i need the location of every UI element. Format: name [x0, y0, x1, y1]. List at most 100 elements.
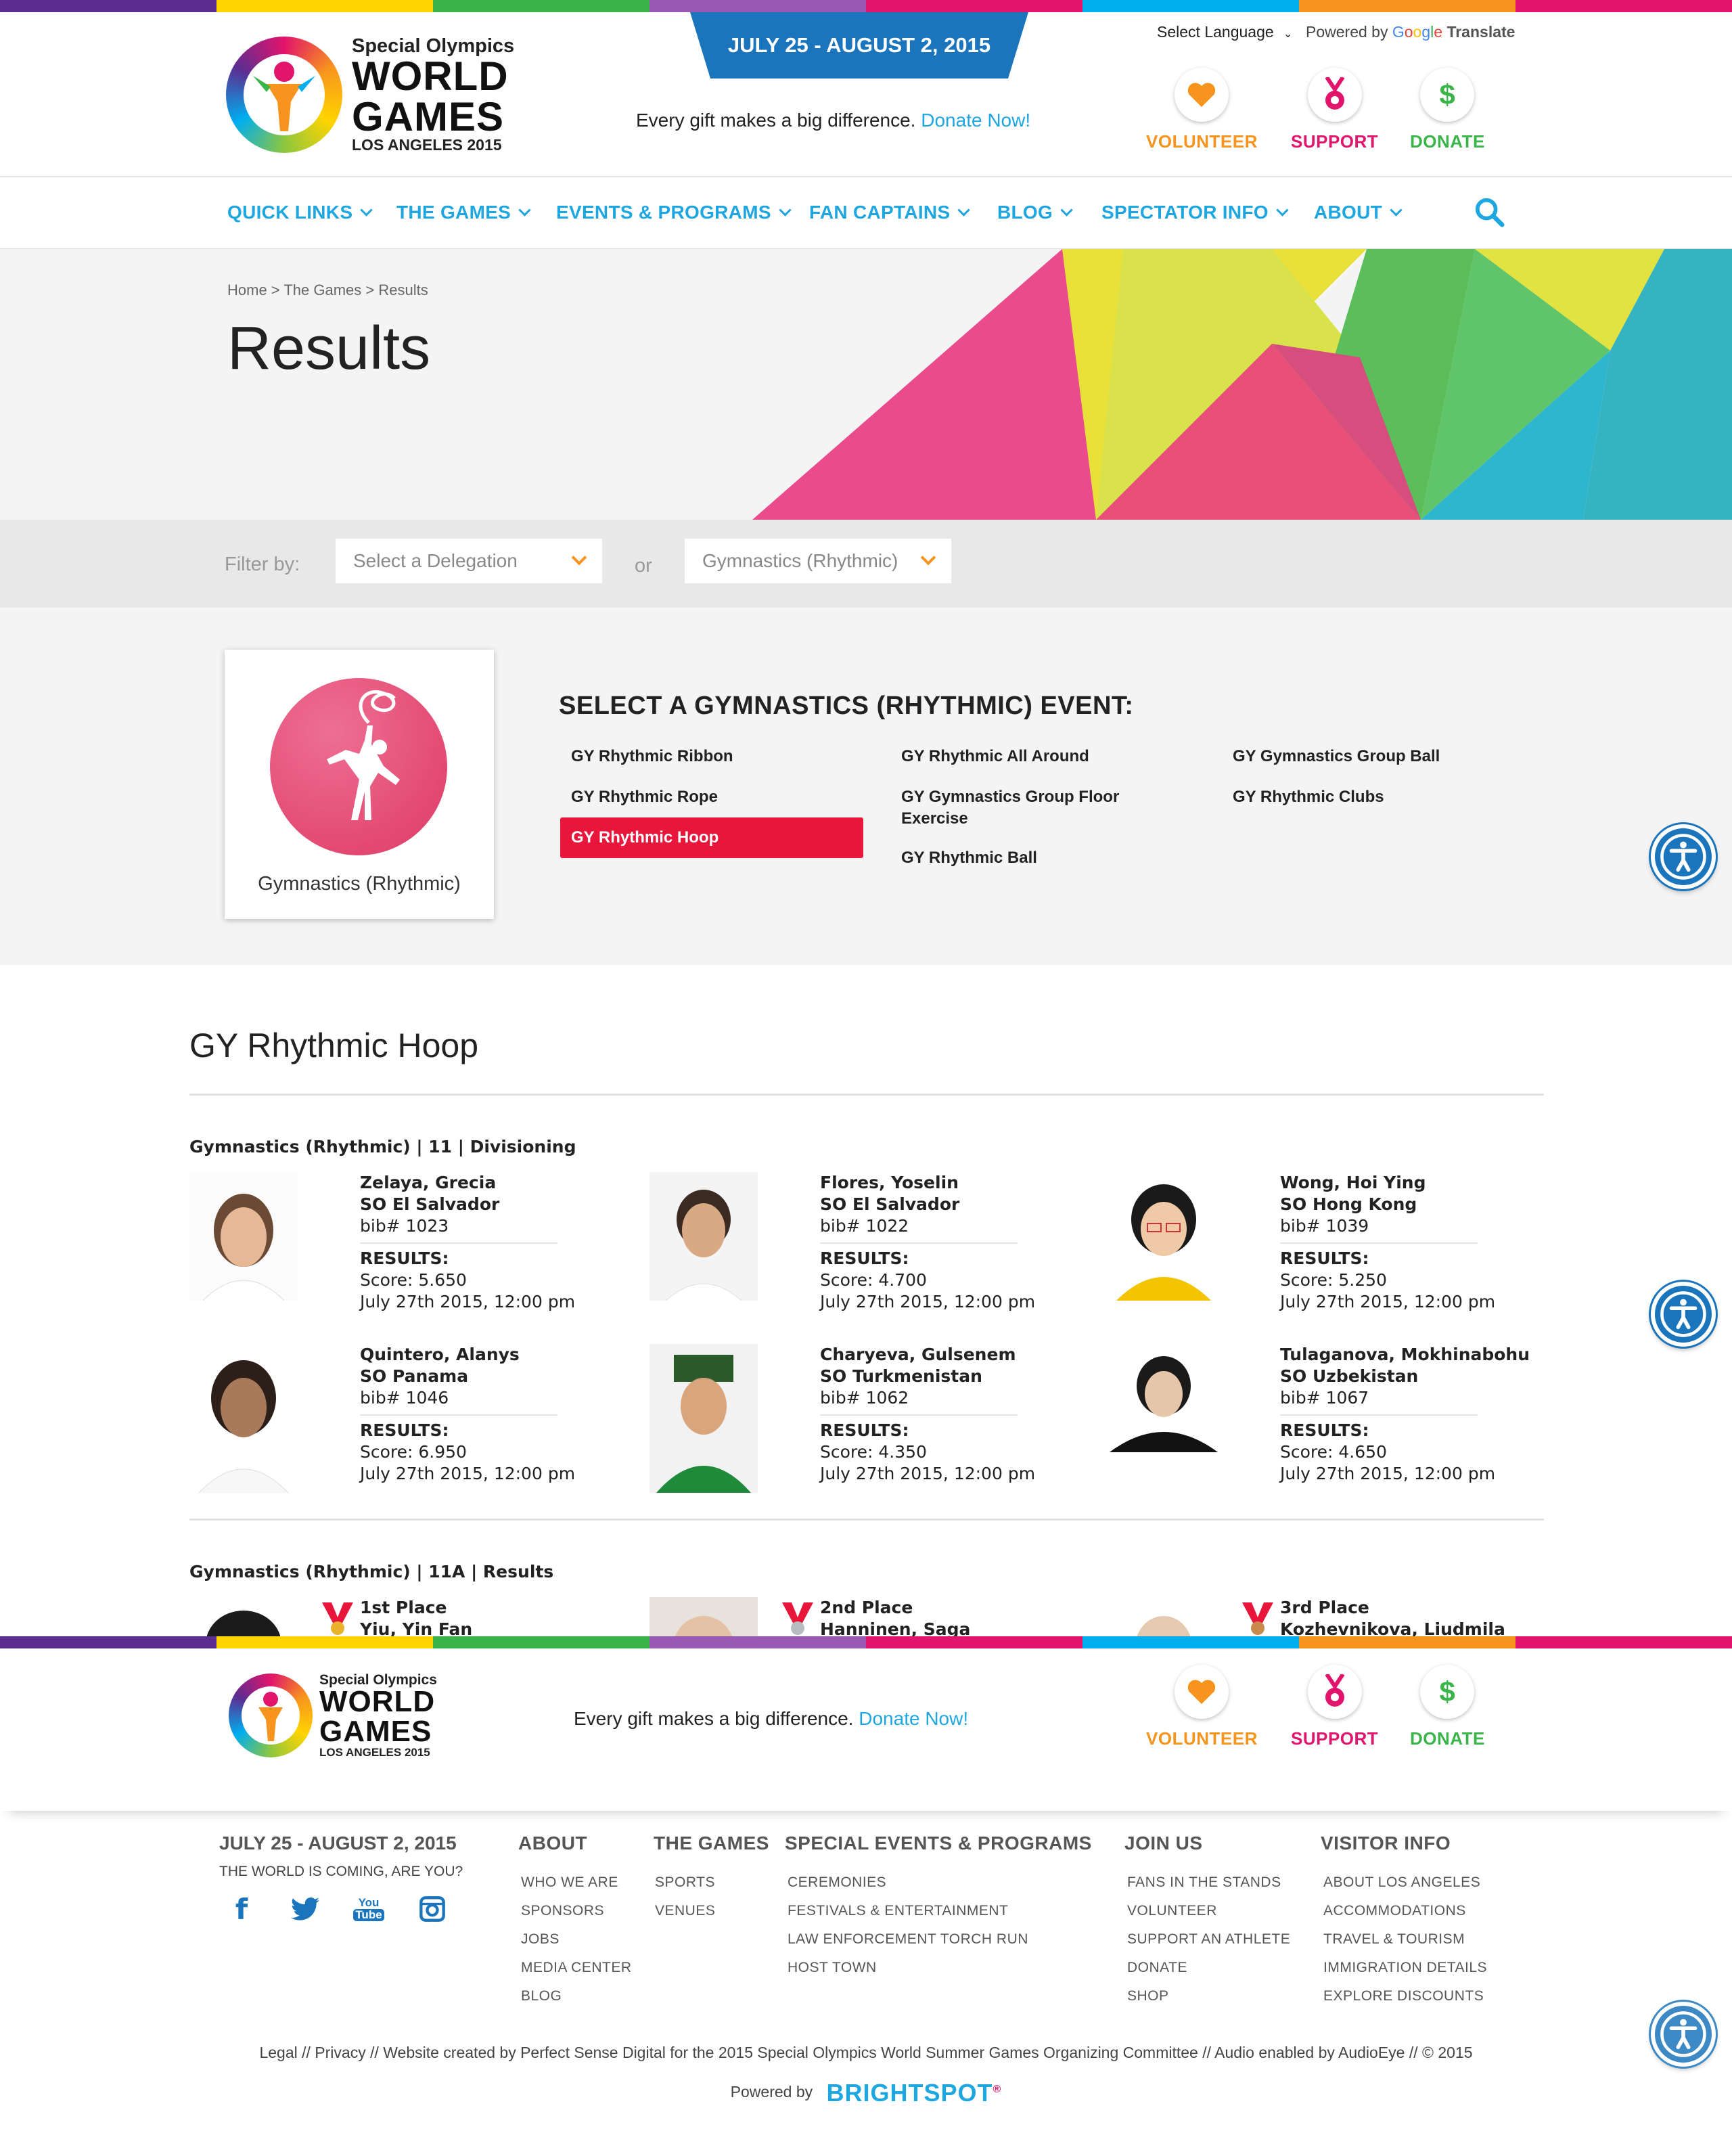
athlete-delegation: SO Panama — [360, 1366, 469, 1386]
rhythmic-gymnastics-icon — [270, 678, 447, 855]
event-link-rhythmic-rope[interactable]: GY Rhythmic Rope — [560, 786, 729, 808]
athlete-card: Charyeva, Gulsenem SO Turkmenistan bib# … — [650, 1344, 1082, 1500]
facebook-icon[interactable]: f — [226, 1893, 257, 1926]
athlete-info: Quintero, Alanys SO Panama bib# 1046 RES… — [360, 1344, 575, 1485]
nav-about[interactable]: ABOUT — [1314, 202, 1400, 223]
google-translate-credit: Powered by Google Translate — [1306, 23, 1515, 41]
nav-blog[interactable]: BLOG — [997, 202, 1071, 223]
site-logo[interactable]: Special Olympics WORLD GAMES LOS ANGELES… — [226, 37, 514, 153]
nav-quick-links[interactable]: QUICK LINKS — [227, 202, 371, 223]
athlete-name[interactable]: Tulaganova, Mokhinabohu — [1280, 1344, 1530, 1366]
event-link-rhythmic-ball[interactable]: GY Rhythmic Ball — [890, 847, 1048, 869]
support-button[interactable]: SUPPORT — [1291, 1665, 1378, 1749]
support-button[interactable]: SUPPORT — [1291, 68, 1378, 152]
twitter-icon[interactable] — [290, 1893, 321, 1925]
footer-link[interactable]: LAW ENFORCEMENT TORCH RUN — [788, 1931, 1028, 1948]
language-select[interactable]: Select Language ⌄ — [1157, 23, 1292, 41]
donate-button[interactable]: $ DONATE — [1410, 1665, 1485, 1749]
sport-card-name: Gymnastics (Rhythmic) — [258, 873, 461, 895]
event-link-rhythmic-ribbon[interactable]: GY Rhythmic Ribbon — [560, 746, 744, 767]
sport-select[interactable]: Gymnastics (Rhythmic) — [685, 539, 951, 583]
donate-now-link[interactable]: Donate Now! — [859, 1708, 968, 1729]
delegation-placeholder: Select a Delegation — [353, 550, 518, 571]
chevron-down-icon: ⌄ — [1283, 28, 1293, 40]
athlete-score: Score: 4.700 — [820, 1270, 927, 1290]
footer-link[interactable]: CEREMONIES — [788, 1874, 886, 1891]
footer-link[interactable]: WHO WE ARE — [521, 1874, 618, 1891]
athlete-photo — [1110, 1597, 1218, 1640]
nav-fan-captains[interactable]: FAN CAPTAINS — [809, 202, 968, 223]
footer-legal[interactable]: Legal // Privacy // Website created by P… — [0, 2044, 1732, 2062]
athlete-bib: bib# 1062 — [820, 1388, 909, 1408]
athlete-name[interactable]: Charyeva, Gulsenem — [820, 1344, 1035, 1366]
nav-spectator-info[interactable]: SPECTATOR INFO — [1101, 202, 1287, 223]
footer-link[interactable]: BLOG — [521, 1988, 562, 2004]
footer-link[interactable]: SHOP — [1127, 1988, 1169, 2004]
footer-link[interactable]: VOLUNTEER — [1127, 1903, 1217, 1919]
footer-link[interactable]: TRAVEL & TOURISM — [1323, 1931, 1465, 1948]
footer-link[interactable]: FESTIVALS & ENTERTAINMENT — [788, 1903, 1008, 1919]
footer-link[interactable]: HOST TOWN — [788, 1960, 877, 1976]
instagram-icon[interactable] — [417, 1893, 448, 1925]
site-header: Special Olympics WORLD GAMES LOS ANGELES… — [0, 12, 1732, 177]
accessibility-button[interactable] — [1651, 824, 1716, 889]
volunteer-button[interactable]: VOLUNTEER — [1146, 1665, 1258, 1749]
athlete-name[interactable]: Quintero, Alanys — [360, 1344, 575, 1366]
athlete-card: Quintero, Alanys SO Panama bib# 1046 RES… — [189, 1344, 622, 1500]
support-label: SUPPORT — [1291, 131, 1379, 152]
logo-line4: LOS ANGELES 2015 — [352, 136, 502, 154]
footer-link[interactable]: IMMIGRATION DETAILS — [1323, 1960, 1487, 1976]
nav-events-programs[interactable]: EVENTS & PROGRAMS — [556, 202, 790, 223]
athlete-score: Score: 4.650 — [1280, 1442, 1387, 1462]
powered-by-brightspot[interactable]: Powered by BRIGHTSPOT® — [0, 2079, 1732, 2107]
athlete-photo — [189, 1172, 298, 1301]
nav-the-games[interactable]: THE GAMES — [396, 202, 529, 223]
footer-link[interactable]: ACCOMMODATIONS — [1323, 1903, 1466, 1919]
podium-info: 1st Place Yiu, Yin Fan — [360, 1597, 472, 1640]
results-label: RESULTS: — [820, 1420, 909, 1440]
event-link-rhythmic-all-around[interactable]: GY Rhythmic All Around — [890, 746, 1100, 767]
breadcrumb[interactable]: Home > The Games > Results — [227, 282, 428, 299]
youtube-icon[interactable]: You Tube — [353, 1893, 384, 1925]
results-label: RESULTS: — [820, 1249, 909, 1268]
footer-link[interactable]: JOBS — [521, 1931, 560, 1948]
accessibility-button[interactable] — [1651, 1282, 1716, 1347]
delegation-select[interactable]: Select a Delegation — [336, 539, 602, 583]
event-link-rhythmic-hoop[interactable]: GY Rhythmic Hoop — [560, 817, 863, 858]
event-selector: Gymnastics (Rhythmic) SELECT A GYMNASTIC… — [0, 608, 1732, 965]
athlete-delegation: SO El Salvador — [820, 1194, 960, 1214]
donate-button[interactable]: $ DONATE — [1410, 68, 1485, 152]
athlete-card: Wong, Hoi Ying SO Hong Kong bib# 1039 RE… — [1110, 1172, 1543, 1328]
footer-tagline: THE WORLD IS COMING, ARE YOU? — [219, 1864, 463, 1879]
athlete-name[interactable]: Zelaya, Grecia — [360, 1172, 575, 1194]
medal-icon — [1307, 1665, 1362, 1719]
footer-link[interactable]: MEDIA CENTER — [521, 1960, 632, 1976]
footer-logo[interactable]: Special Olympics WORLD GAMES LOS ANGELES… — [229, 1673, 437, 1758]
podium-info: 3rd Place Kozhevnikova, Liudmila — [1280, 1597, 1505, 1640]
footer-date: JULY 25 - AUGUST 2, 2015 — [219, 1833, 457, 1854]
event-link-group-floor-exercise[interactable]: GY Gymnastics Group Floor Exercise — [890, 786, 1147, 830]
footer-link[interactable]: SPORTS — [655, 1874, 715, 1891]
logo-line2: WORLD — [352, 53, 509, 99]
event-link-rhythmic-clubs[interactable]: GY Rhythmic Clubs — [1222, 786, 1395, 808]
footer-link[interactable]: EXPLORE DISCOUNTS — [1323, 1988, 1484, 2004]
footer-link[interactable]: DONATE — [1127, 1960, 1187, 1976]
athlete-photo — [650, 1344, 758, 1493]
footer-link[interactable]: SUPPORT AN ATHLETE — [1127, 1931, 1290, 1948]
donate-now-link[interactable]: Donate Now! — [921, 110, 1030, 131]
event-heading: SELECT A GYMNASTICS (RHYTHMIC) EVENT: — [559, 692, 1134, 720]
event-link-group-ball[interactable]: GY Gymnastics Group Ball — [1222, 746, 1451, 767]
donate-label: DONATE — [1410, 1728, 1485, 1749]
powered-by-label: Powered by — [730, 2083, 813, 2101]
footer-link[interactable]: FANS IN THE STANDS — [1127, 1874, 1281, 1891]
athlete-name[interactable]: Flores, Yoselin — [820, 1172, 1035, 1194]
footer-link[interactable]: SPONSORS — [521, 1903, 604, 1919]
group-label: Gymnastics (Rhythmic) | 11 | Divisioning — [189, 1137, 576, 1156]
search-icon[interactable] — [1474, 196, 1505, 227]
footer-link[interactable]: VENUES — [655, 1903, 715, 1919]
language-label: Select Language — [1157, 23, 1274, 41]
athlete-delegation: SO Uzbekistan — [1280, 1366, 1419, 1386]
volunteer-button[interactable]: VOLUNTEER — [1146, 68, 1258, 152]
footer-link[interactable]: ABOUT LOS ANGELES — [1323, 1874, 1480, 1891]
athlete-name[interactable]: Wong, Hoi Ying — [1280, 1172, 1495, 1194]
